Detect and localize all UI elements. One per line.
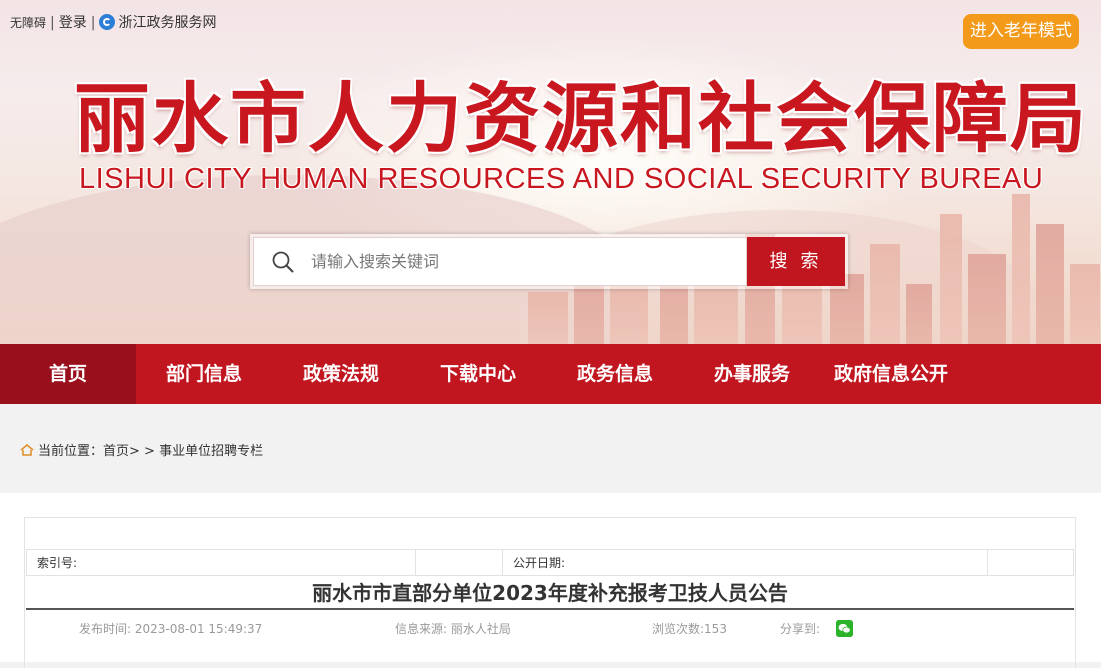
publish-date-value [987, 549, 1074, 576]
gov-portal-label: 浙江政务服务网 [118, 15, 217, 31]
index-value [415, 549, 503, 576]
breadcrumb-bar: 当前位置：首页> > 事业单位招聘专栏 [0, 404, 1101, 478]
search-input[interactable] [309, 246, 733, 280]
index-label: 索引号: [26, 549, 416, 576]
site-title: 丽水市人力资源和社会保障局 [74, 74, 1088, 163]
accessibility-link[interactable]: 无障碍 [10, 16, 46, 30]
search-icon [272, 251, 294, 273]
site-title-english: LISHUI CITY HUMAN RESOURCES AND SOCIAL S… [79, 163, 1044, 195]
gov-portal-link[interactable]: 浙江政务服务网 [99, 14, 217, 31]
nav-item-department-info[interactable]: 部门信息 [136, 344, 272, 404]
header-banner: 无障碍 | 登录 | 浙江政务服务网 进入老年模式 丽水市人力资源和社会保障局 LISH… [0, 0, 1101, 344]
top-utility-bar: 无障碍 | 登录 | 浙江政务服务网 [10, 12, 216, 32]
nav-item-downloads[interactable]: 下载中心 [410, 344, 546, 404]
breadcrumb-current-link[interactable]: 事业单位招聘专栏 [159, 444, 263, 459]
divider: | [90, 15, 96, 31]
wechat-icon[interactable] [836, 620, 853, 637]
article-title: 丽水市市直部分单位2023年度补充报考卫技人员公告 [26, 576, 1074, 610]
nav-item-home[interactable]: 首页 [0, 344, 136, 404]
nav-item-services[interactable]: 办事服务 [684, 344, 820, 404]
divider: | [50, 15, 55, 31]
view-count: 浏览次数:153 [652, 622, 727, 636]
search-bar: 搜 索 [250, 234, 848, 289]
breadcrumb: 当前位置：首页> > 事业单位招聘专栏 [20, 440, 263, 459]
search-field-box [253, 237, 747, 286]
publish-date-label: 公开日期: [502, 549, 988, 576]
nav-item-gov-disclosure[interactable]: 政府信息公开 [820, 344, 962, 404]
main-nav: 首页 部门信息 政策法规 下载中心 政务信息 办事服务 政府信息公开 [0, 344, 1101, 404]
nav-item-policies[interactable]: 政策法规 [273, 344, 409, 404]
article-meta-table: 索引号: 公开日期: [26, 549, 1074, 576]
breadcrumb-home-link[interactable]: 首页 [103, 444, 129, 459]
elder-mode-button[interactable]: 进入老年模式 [963, 14, 1079, 49]
breadcrumb-prefix: 当前位置： [38, 444, 104, 459]
login-link[interactable]: 登录 [59, 15, 87, 31]
home-icon [20, 444, 34, 456]
search-button[interactable]: 搜 索 [747, 237, 845, 286]
breadcrumb-separator: > > [129, 444, 155, 459]
info-source: 信息来源: 丽水人社局 [395, 622, 511, 636]
gov-portal-logo-icon [99, 14, 116, 30]
publish-time: 发布时间: 2023-08-01 15:49:37 [79, 622, 263, 636]
share-label: 分享到: [780, 622, 821, 636]
nav-item-gov-affairs[interactable]: 政务信息 [547, 344, 683, 404]
